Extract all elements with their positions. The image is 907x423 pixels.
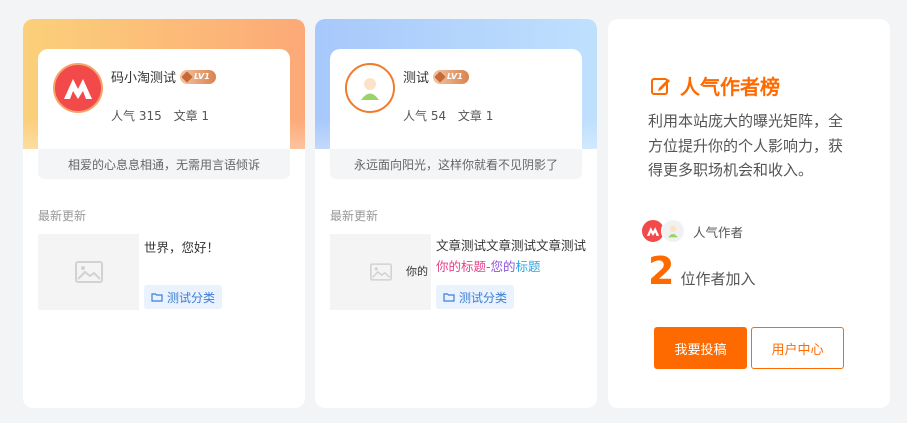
edit-icon <box>651 77 670 95</box>
panel-description: 利用本站庞大的曝光矩阵，全方位提升你的个人影响力，获得更多职场机会和收入。 <box>648 112 844 179</box>
author-count: 2 位作者加入 <box>648 249 755 293</box>
author-name[interactable]: 测试 <box>403 67 429 86</box>
level-badge: LV1 <box>180 69 216 84</box>
author-card-2: 测试 LV1 人气 54 文章 1 永远面向阳光，这样你就看不见阴影了 最新更新… <box>315 19 597 408</box>
post-title[interactable]: 世界，您好！ <box>144 237 219 258</box>
author-count-number: 2 <box>648 249 675 293</box>
popular-authors-panel: 人气作者榜 利用本站庞大的曝光矩阵，全方位提升你的个人影响力，获得更多职场机会和… <box>608 19 890 408</box>
latest-updates-label: 最新更新 <box>38 209 87 223</box>
user-center-button[interactable]: 用户中心 <box>751 327 844 369</box>
thumbnail-alt-text: 你的 <box>406 265 428 278</box>
article-count: 文章 1 <box>173 109 210 123</box>
gem-icon <box>181 70 193 83</box>
popularity-count: 人气 315 <box>111 109 162 123</box>
post-category-tag[interactable]: 测试分类 <box>436 285 515 309</box>
popularity-count: 人气 54 <box>403 109 447 123</box>
post-category-tag[interactable]: 测试分类 <box>144 285 223 309</box>
brand-logo-icon <box>646 227 660 236</box>
cartoon-avatar-icon <box>361 78 379 100</box>
cartoon-avatar-icon <box>668 225 678 238</box>
image-placeholder-icon <box>74 261 103 283</box>
mini-avatar[interactable] <box>661 219 685 243</box>
folder-icon <box>151 293 163 302</box>
author-name[interactable]: 码小淘测试 <box>111 67 176 86</box>
author-avatar[interactable] <box>53 63 103 113</box>
avatars-label: 人气作者 <box>693 224 744 240</box>
latest-updates-label: 最新更新 <box>330 209 379 223</box>
folder-icon <box>443 293 455 302</box>
author-count-suffix: 位作者加入 <box>680 270 756 288</box>
author-card-1: 码小淘测试 LV1 人气 315 文章 1 相爱的心息息相通，无需用言语倾诉 最… <box>23 19 305 408</box>
post-thumbnail[interactable] <box>38 234 139 310</box>
author-avatar[interactable] <box>345 63 395 113</box>
author-avatar-stack: 人气作者 <box>641 219 743 243</box>
image-placeholder-icon <box>369 263 392 281</box>
level-badge: LV1 <box>433 69 469 84</box>
brand-logo-icon <box>64 79 92 99</box>
author-stats: 人气 315 文章 1 <box>111 107 217 124</box>
post-title[interactable]: 文章测试文章测试文章测试你的标题-您的标题 <box>436 235 586 277</box>
author-stats: 人气 54 文章 1 <box>403 107 501 124</box>
author-motto: 永远面向阳光，这样你就看不见阴影了 <box>330 149 582 179</box>
article-count: 文章 1 <box>457 109 494 123</box>
gem-icon <box>434 70 446 83</box>
submit-article-button[interactable]: 我要投稿 <box>654 327 747 369</box>
panel-title: 人气作者榜 <box>650 71 780 100</box>
author-motto: 相爱的心息息相通，无需用言语倾诉 <box>38 149 290 179</box>
